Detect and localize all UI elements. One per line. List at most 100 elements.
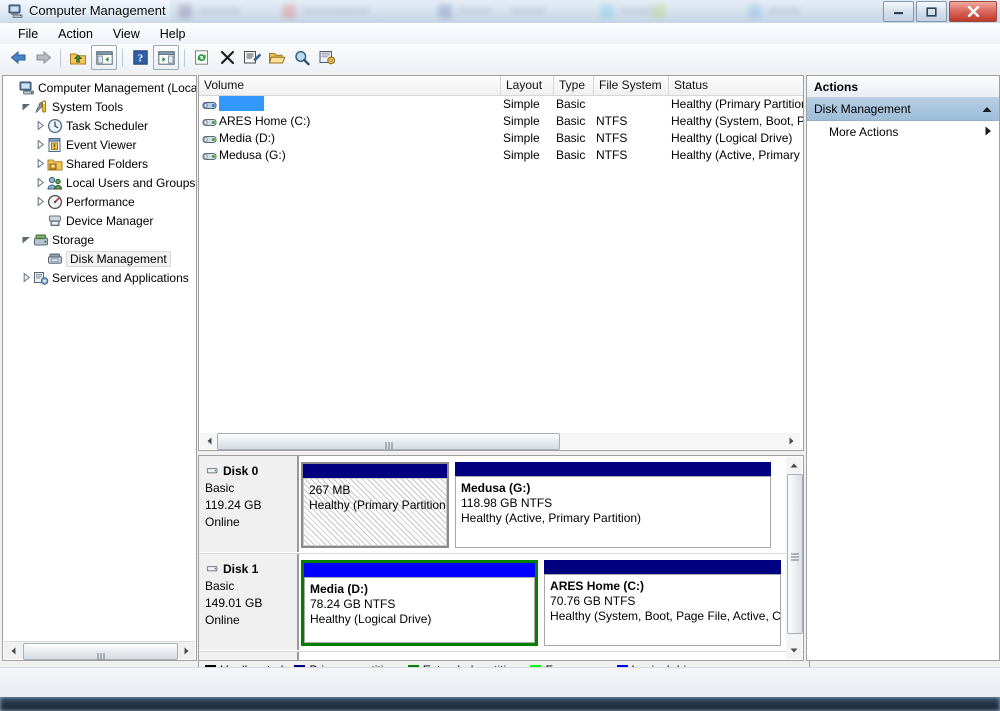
volume-cell-type: Basic — [556, 114, 586, 128]
tree-item-device-manager[interactable]: Device Manager — [3, 211, 196, 230]
disk-management-pane: Volume Layout Type File System Status Simple… — [198, 75, 810, 680]
storage-icon — [33, 232, 49, 248]
tree-expander-collapsed-icon[interactable] — [35, 196, 46, 207]
computer-management-window: Computer Management File Action View Hel… — [0, 0, 1000, 711]
disk-info[interactable]: Disk 0 Basic 119.24 GB Online — [199, 456, 299, 552]
tree-item-storage[interactable]: Storage — [3, 230, 196, 249]
tree-horizontal-scrollbar[interactable] — [4, 641, 195, 660]
tree-scroll-right-arrow[interactable] — [178, 643, 194, 658]
actions-item-more-actions[interactable]: More Actions — [807, 121, 999, 143]
partition-block[interactable]: ARES Home (C:) 70.76 GB NTFS Healthy (Syst… — [544, 560, 781, 646]
tree-item-performance[interactable]: Performance — [3, 192, 196, 211]
volume-scroll-thumb[interactable] — [217, 433, 560, 450]
tree-expander-none — [7, 82, 18, 93]
partition-body: 267 MB Healthy (Primary Partition — [303, 478, 447, 546]
disk-info[interactable]: Disk 1 Basic 149.01 GB Online — [199, 554, 299, 650]
volume-cell-filesystem: NTFS — [596, 148, 628, 162]
tree-item-services-and-applications[interactable]: Services and Applications — [3, 268, 196, 287]
disk-scroll-up-arrow[interactable] — [787, 458, 801, 473]
volume-cell-type: Basic — [556, 148, 586, 162]
tree-expander-collapsed-icon[interactable] — [21, 272, 32, 283]
volume-scroll-left-arrow[interactable] — [201, 433, 217, 448]
maximize-button[interactable] — [916, 1, 947, 22]
back-button[interactable] — [6, 46, 30, 69]
actions-section-disk-management[interactable]: Disk Management — [807, 98, 999, 121]
menu-help[interactable]: Help — [150, 25, 196, 43]
open-button[interactable] — [265, 46, 289, 69]
tree-item-label: Storage — [52, 232, 95, 247]
tree-item-shared-folders[interactable]: Shared Folders — [3, 154, 196, 173]
volume-column-header-type[interactable]: Type — [554, 76, 594, 95]
volume-row[interactable]: ARES Home (C:) Simple Basic NTFS Healthy (Sy… — [199, 113, 803, 130]
volume-column-header-volume[interactable]: Volume — [199, 76, 501, 95]
tree-expander-none — [35, 253, 46, 264]
disk-scroll-thumb[interactable] — [787, 474, 803, 634]
tree-expander-collapsed-icon[interactable] — [35, 139, 46, 150]
volume-cell-layout: Simple — [503, 114, 540, 128]
tree-item-label: Device Manager — [66, 213, 154, 228]
tree-item-label: Event Viewer — [66, 137, 137, 152]
partition-block[interactable]: Media (D:) 78.24 GB NTFS Healthy (Logical … — [301, 560, 539, 646]
tree-item-task-scheduler[interactable]: Task Scheduler — [3, 116, 196, 135]
minimize-button[interactable] — [883, 1, 914, 22]
tree-item-local-users-and-groups[interactable]: Local Users and Groups — [3, 173, 196, 192]
disk-icon — [205, 465, 220, 477]
help-button[interactable]: ? — [128, 46, 152, 69]
tree-item-computer-management-local[interactable]: Computer Management (Local — [3, 78, 196, 97]
volume-column-header-layout[interactable]: Layout — [501, 76, 554, 95]
partition-status: Healthy (System, Boot, Page File, Active… — [550, 609, 781, 623]
menu-action[interactable]: Action — [48, 25, 103, 43]
show-hide-action-pane-button[interactable] — [153, 45, 179, 70]
tree-scroll-thumb[interactable] — [23, 643, 178, 660]
volume-column-header-status[interactable]: Status — [669, 76, 803, 95]
chevron-up-icon[interactable] — [982, 102, 992, 116]
volume-row[interactable]: Simple Basic Healthy (Primary Partition) — [199, 96, 803, 113]
disk-graphical-view: Disk 0 Basic 119.24 GB Online 267 MB Healthy … — [198, 455, 804, 661]
volume-row[interactable]: Medusa (G:) Simple Basic NTFS Healthy (Activ… — [199, 147, 803, 164]
disk-scroll-down-arrow[interactable] — [787, 643, 801, 658]
forward-button[interactable] — [31, 46, 55, 69]
partition-status: Healthy (Primary Partition — [309, 498, 446, 512]
disk-view-vertical-scrollbar[interactable] — [786, 457, 803, 659]
volume-scroll-right-arrow[interactable] — [783, 433, 799, 448]
tree-expander-collapsed-icon[interactable] — [35, 158, 46, 169]
volume-row[interactable]: Media (D:) Simple Basic NTFS Healthy (Logica… — [199, 130, 803, 147]
partition-block[interactable]: 267 MB Healthy (Primary Partition — [301, 462, 449, 548]
tree-expander-expanded-icon[interactable] — [21, 101, 32, 112]
refresh-button[interactable] — [190, 46, 214, 69]
tree-expander-expanded-icon[interactable] — [21, 234, 32, 245]
properties-button[interactable] — [240, 46, 264, 69]
up-one-level-button[interactable] — [66, 46, 90, 69]
delete-button[interactable] — [215, 46, 239, 69]
volume-column-header-file-system[interactable]: File System — [594, 76, 669, 95]
tree-item-label: Disk Management — [66, 250, 171, 267]
disk-name: Disk 0 — [223, 464, 259, 478]
system-tools-icon — [33, 99, 49, 115]
volume-list-header: Volume Layout Type File System Status — [199, 76, 803, 96]
tree-item-system-tools[interactable]: System Tools — [3, 97, 196, 116]
volume-list-horizontal-scrollbar[interactable] — [200, 433, 800, 450]
chevron-right-icon[interactable] — [985, 125, 992, 139]
rescan-disks-button[interactable] — [290, 46, 314, 69]
create-vhd-button[interactable] — [315, 46, 339, 69]
show-hide-console-tree-button[interactable] — [91, 45, 117, 70]
disk-info[interactable]: CD-ROM 0DVD (E:)No Media — [199, 652, 299, 660]
menu-view[interactable]: View — [103, 25, 150, 43]
menu-file[interactable]: File — [8, 25, 48, 43]
partition-block[interactable]: Medusa (G:) 118.98 GB NTFS Healthy (Active… — [455, 462, 771, 548]
volume-icon — [202, 149, 217, 162]
partition-body: Media (D:) 78.24 GB NTFS Healthy (Logical … — [304, 577, 536, 643]
tree-item-event-viewer[interactable]: Event Viewer — [3, 135, 196, 154]
partition-label: ARES Home (C:) — [550, 579, 645, 593]
volume-cell-layout: Simple — [503, 148, 540, 162]
partition-status: Healthy (Logical Drive) — [310, 612, 432, 626]
tree-scroll-left-arrow[interactable] — [5, 643, 21, 658]
tree-expander-collapsed-icon[interactable] — [35, 177, 46, 188]
close-button[interactable] — [949, 1, 997, 22]
tree-expander-collapsed-icon[interactable] — [35, 120, 46, 131]
volume-cell-filesystem: NTFS — [596, 131, 628, 145]
partition-size: 70.76 GB NTFS — [550, 594, 636, 608]
disk-row: CD-ROM 0DVD (E:)No Media — [199, 652, 803, 660]
tree-item-disk-management[interactable]: Disk Management — [3, 249, 196, 268]
status-bar — [0, 667, 1000, 697]
